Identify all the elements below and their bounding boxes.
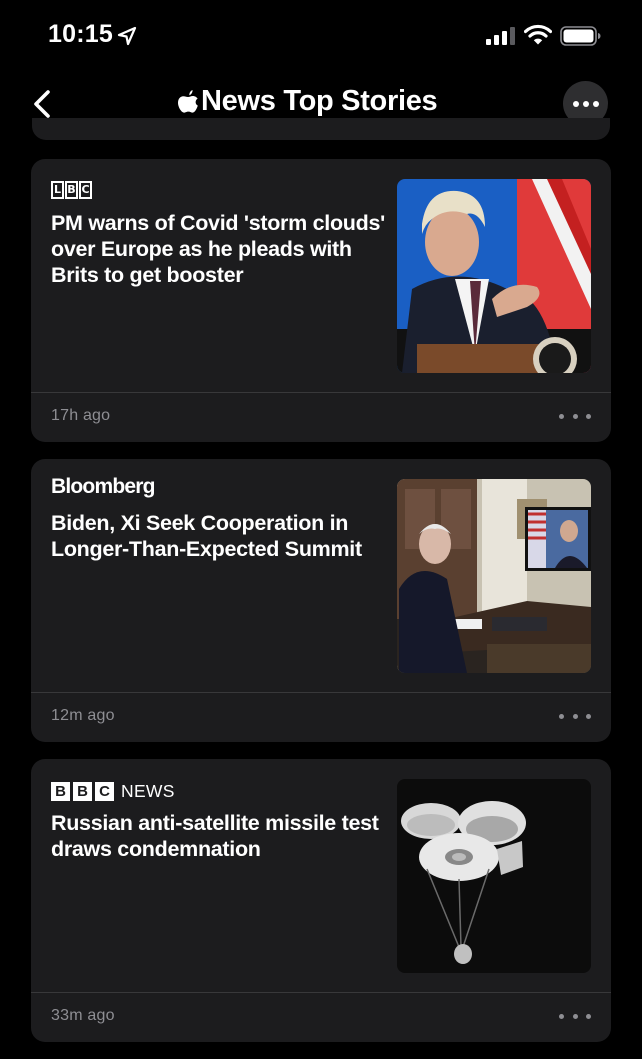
story-headline: Biden, Xi Seek Cooperation in Longer-Tha… xyxy=(51,511,362,561)
status-time: 10:15 xyxy=(48,20,113,48)
location-arrow-icon xyxy=(117,26,137,46)
publisher-logo-bloomberg: Bloomberg xyxy=(51,475,155,498)
ellipsis-dot xyxy=(572,413,578,419)
ellipsis-icon xyxy=(559,413,564,419)
ellipsis-dot xyxy=(586,1013,591,1019)
ellipsis-icon xyxy=(572,100,579,107)
ellipsis-dot xyxy=(582,100,589,107)
story-thumbnail xyxy=(397,179,591,373)
story-card-lbc[interactable]: L B C PM warns of Covid 'storm clouds' o… xyxy=(31,159,611,442)
status-bar: 10:15 xyxy=(0,0,642,72)
page-title: News Top Stories xyxy=(176,85,438,118)
ellipsis-dot xyxy=(586,713,591,719)
wifi-icon xyxy=(524,24,552,45)
ellipsis-dot xyxy=(592,100,599,107)
publisher-logo-lbc: L B C xyxy=(51,181,92,203)
ellipsis-icon xyxy=(559,1013,564,1019)
lbc-letter: B xyxy=(65,181,78,199)
screen: 10:15 News Top Stories L B C PM warns of… xyxy=(0,0,642,1059)
story-headline: Russian anti-satellite missile test draw… xyxy=(51,811,379,861)
ellipsis-dot xyxy=(572,1013,578,1019)
lbc-letter: C xyxy=(79,181,92,199)
card-divider xyxy=(31,392,611,393)
story-more-button[interactable] xyxy=(559,1006,591,1026)
story-timestamp: 33m ago xyxy=(51,1007,115,1024)
story-more-button[interactable] xyxy=(559,406,591,426)
back-button[interactable] xyxy=(28,86,62,122)
story-timestamp: 17h ago xyxy=(51,407,111,424)
bbc-letter-box: B xyxy=(73,781,92,801)
previous-card-edge xyxy=(32,118,610,140)
card-divider xyxy=(31,992,611,993)
bbc-letter-box: C xyxy=(95,781,114,801)
story-thumbnail xyxy=(397,479,591,673)
story-card-bbc[interactable]: B B C NEWS Russian anti-satellite missil… xyxy=(31,759,611,1042)
card-divider xyxy=(31,692,611,693)
bbc-news-wordmark: NEWS xyxy=(121,780,175,801)
story-timestamp: 12m ago xyxy=(51,707,115,724)
bbc-letter-box: B xyxy=(51,781,70,801)
battery-icon xyxy=(560,26,601,46)
apple-logo-icon xyxy=(178,89,198,113)
story-thumbnail xyxy=(397,779,591,973)
ellipsis-dot xyxy=(586,413,591,419)
lbc-letter: L xyxy=(51,181,64,199)
cellular-signal-icon xyxy=(486,27,515,45)
story-more-button[interactable] xyxy=(559,706,591,726)
page-title-text: News Top Stories xyxy=(201,85,438,117)
story-card-bloomberg[interactable]: Bloomberg Biden, Xi Seek Cooperation in … xyxy=(31,459,611,742)
ellipsis-icon xyxy=(559,713,564,719)
story-headline: PM warns of Covid 'storm clouds' over Eu… xyxy=(51,211,385,287)
ellipsis-dot xyxy=(572,713,578,719)
publisher-logo-bbc-news: B B C NEWS xyxy=(51,780,175,802)
